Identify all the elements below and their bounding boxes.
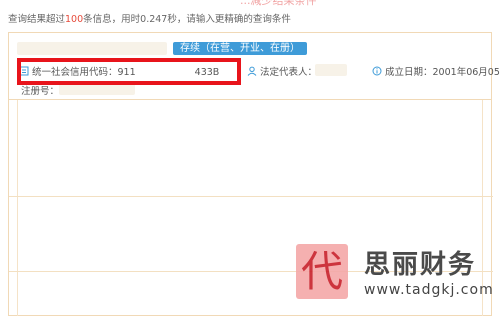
info-circle-icon (372, 66, 382, 76)
reg-no-label: 注册号： (21, 86, 60, 97)
company-result-card[interactable]: 存续（在营、开业、在册） 统一社会信用代码：911 433B 法定代表人： 成立日… (8, 32, 500, 100)
established-row: 成立日期：2001年06月05日 (372, 64, 500, 78)
watermark-url: www.tadgkj.com (364, 282, 494, 298)
summary-suffix: 条信息，用时0.247秒，请输入更精确的查询条件 (83, 14, 291, 25)
established-label: 成立日期： (385, 67, 433, 78)
company-name-blurred[interactable] (17, 42, 167, 55)
result-count: 100 (65, 14, 84, 25)
row-divider (9, 196, 493, 197)
established-value: 2001年06月05日 (432, 67, 500, 78)
legal-rep-value-blurred[interactable] (315, 64, 347, 76)
highlight-box (17, 58, 241, 85)
legal-rep-label: 法定代表人： (260, 67, 318, 78)
top-hint-text: ...减少结果条件 (240, 0, 317, 7)
summary-prefix: 查询结果超过 (8, 14, 66, 25)
watermark-brand-name: 思丽财务 (364, 250, 477, 280)
watermark-seal: 代 (296, 244, 348, 299)
person-icon (247, 66, 257, 76)
status-badge: 存续（在营、开业、在册） (173, 42, 307, 55)
search-summary: 查询结果超过100条信息，用时0.247秒，请输入更精确的查询条件 (8, 11, 291, 25)
watermark-seal-char: 代 (300, 247, 343, 296)
legal-rep-row: 法定代表人： (247, 64, 317, 78)
reg-no-row: 注册号： (21, 83, 59, 97)
watermark: 代 思丽财务 www.tadgkj.com (292, 240, 500, 316)
